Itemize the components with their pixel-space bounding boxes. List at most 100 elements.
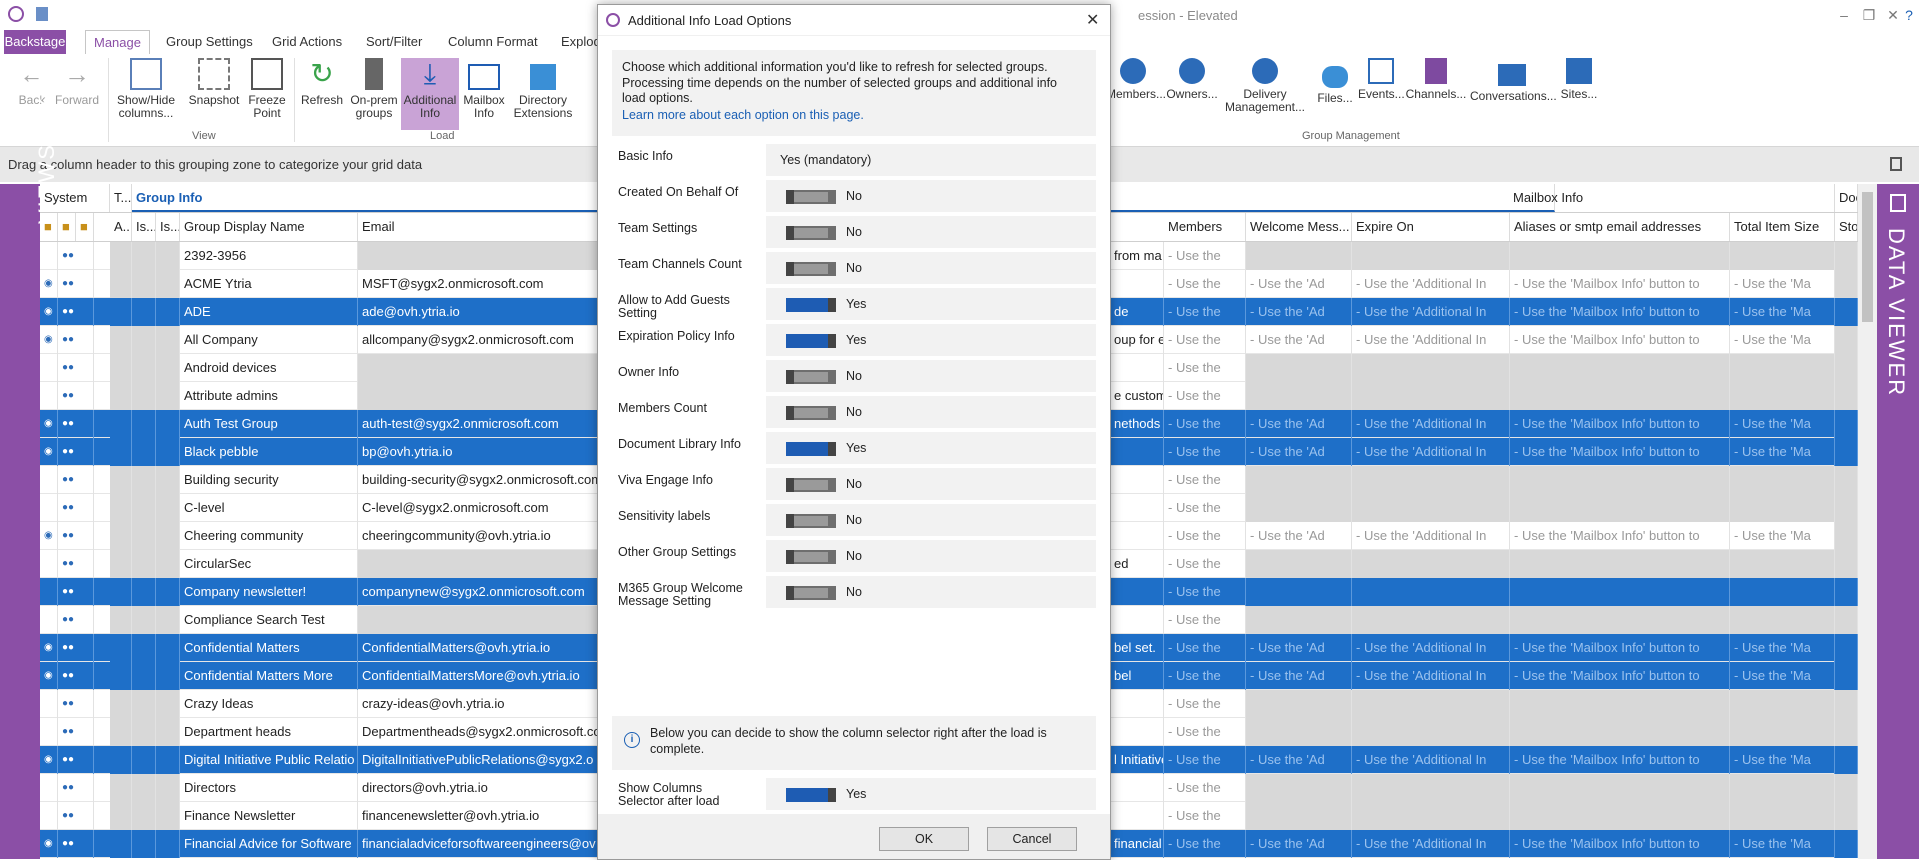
directory-extensions-button[interactable]: Directory Extensions xyxy=(510,58,576,120)
band-mailbox-info[interactable]: Mailbox Info xyxy=(1509,184,1835,212)
col-a[interactable]: A... xyxy=(110,213,132,241)
tab-sort-filter[interactable]: Sort/Filter xyxy=(358,30,430,54)
option-toggle[interactable] xyxy=(786,478,836,492)
channels-button[interactable]: Channels... xyxy=(1404,58,1468,101)
mailbox-info-button[interactable]: Mailbox Info xyxy=(460,58,508,120)
cell-is-2 xyxy=(156,746,180,774)
events-button[interactable]: Events... xyxy=(1358,58,1405,101)
conversations-button[interactable]: Conversations... xyxy=(1470,58,1557,103)
scrollbar-thumb[interactable] xyxy=(1862,192,1873,322)
cell-email xyxy=(358,606,638,634)
grouping-zone-text: Drag a column header to this grouping zo… xyxy=(8,157,423,172)
group-label-load: Load xyxy=(430,130,455,142)
col-total-item-size[interactable]: Total Item Size xyxy=(1730,213,1835,241)
ok-button[interactable]: OK xyxy=(879,827,969,851)
tab-grid-actions[interactable]: Grid Actions xyxy=(264,30,350,54)
band-t[interactable]: T... xyxy=(110,184,132,212)
additional-info-button[interactable]: ⤓ Additional Info xyxy=(401,58,459,130)
col-aliases[interactable]: Aliases or smtp email addresses xyxy=(1510,213,1730,241)
col-email[interactable]: Email xyxy=(358,213,638,241)
cell-a xyxy=(110,578,132,606)
group-type-icon: ●● xyxy=(58,270,94,298)
trash-icon[interactable] xyxy=(1890,157,1902,171)
band-doc[interactable]: Doc xyxy=(1835,184,1858,212)
freeze-point-button[interactable]: Freeze Point xyxy=(246,58,288,120)
vertical-scrollbar[interactable] xyxy=(1858,184,1877,859)
option-label: Viva Engage Info xyxy=(618,473,713,487)
cell-members: - Use the xyxy=(1164,578,1246,606)
app-icon xyxy=(8,6,24,22)
intro-box: Choose which additional information you'… xyxy=(612,50,1096,136)
option-toggle[interactable] xyxy=(786,406,836,420)
cell-expire xyxy=(1352,802,1510,830)
option-toggle[interactable] xyxy=(786,370,836,384)
cell-welcome xyxy=(1246,802,1352,830)
show-hide-columns-button[interactable]: Show/Hide columns... xyxy=(112,58,180,120)
cell-is-2 xyxy=(156,774,180,802)
col-members[interactable]: Members xyxy=(1164,213,1246,241)
option-toggle[interactable] xyxy=(786,226,836,240)
cell-is-2 xyxy=(156,382,180,410)
cell-is-2 xyxy=(156,606,180,634)
files-button[interactable]: Files... xyxy=(1314,58,1356,105)
cell-group-name: Auth Test Group xyxy=(180,410,358,438)
option-toggle[interactable] xyxy=(786,298,836,312)
cell-welcome: - Use the 'Ad xyxy=(1246,634,1352,662)
tab-group-settings[interactable]: Group Settings xyxy=(158,30,261,54)
cell-aliases xyxy=(1510,718,1730,746)
col-is-2[interactable]: Is... xyxy=(156,213,180,241)
refresh-button[interactable]: ↻ Refresh xyxy=(298,58,346,107)
col-expire-on[interactable]: Expire On xyxy=(1352,213,1510,241)
owners-button[interactable]: Owners... xyxy=(1164,58,1220,101)
on-prem-groups-button[interactable]: On-prem groups xyxy=(348,58,400,120)
cell-is-1 xyxy=(132,466,156,494)
data-viewer-panel[interactable]: DATA VIEWER xyxy=(1877,184,1919,859)
snapshot-button[interactable]: Snapshot xyxy=(186,58,242,107)
restore-icon[interactable]: ❐ xyxy=(1860,6,1878,24)
option-toggle[interactable] xyxy=(786,442,836,456)
tab-backstage[interactable]: Backstage xyxy=(4,30,66,54)
cell-a xyxy=(110,410,132,438)
cell-aliases: - Use the 'Mailbox Info' button to xyxy=(1510,522,1730,550)
forward-button[interactable]: → Forward xyxy=(54,58,100,107)
tab-manage[interactable]: Manage xyxy=(85,30,150,55)
option-toggle[interactable] xyxy=(786,550,836,564)
cell-is-2 xyxy=(156,578,180,606)
col-group-display-name[interactable]: Group Display Name xyxy=(180,213,358,241)
close-icon[interactable]: ✕ xyxy=(1086,10,1099,30)
option-label: Basic Info xyxy=(618,149,673,163)
help-icon[interactable]: ? xyxy=(1900,6,1918,24)
col-is-1[interactable]: Is... xyxy=(132,213,156,241)
cell-email: C-level@sygx2.onmicrosoft.com xyxy=(358,494,638,522)
separator xyxy=(294,58,295,142)
learn-more-link[interactable]: Learn more about each option on this pag… xyxy=(622,108,864,122)
cell-aliases: - Use the 'Mailbox Info' button to xyxy=(1510,410,1730,438)
cube-icon xyxy=(530,64,556,90)
cell-total-size xyxy=(1730,466,1835,494)
cell-welcome: - Use the 'Ad xyxy=(1246,410,1352,438)
sites-button[interactable]: Sites... xyxy=(1556,58,1602,101)
option-toggle[interactable] xyxy=(786,334,836,348)
quick-access-icon[interactable] xyxy=(36,7,48,21)
cancel-button[interactable]: Cancel xyxy=(987,827,1077,851)
col-welcome-message[interactable]: Welcome Mess... xyxy=(1246,213,1352,241)
cell-welcome xyxy=(1246,578,1352,606)
cell-total-size xyxy=(1730,494,1835,522)
option-toggle[interactable] xyxy=(786,262,836,276)
band-system[interactable]: System xyxy=(40,184,110,212)
delivery-management-button[interactable]: Delivery Management... xyxy=(1220,58,1310,114)
show-columns-toggle[interactable] xyxy=(786,788,836,802)
minimize-icon[interactable]: – xyxy=(1835,6,1853,24)
cell-total-size: - Use the 'Ma xyxy=(1730,746,1835,774)
option-toggle[interactable] xyxy=(786,586,836,600)
cell-is-1 xyxy=(132,550,156,578)
cell-a xyxy=(110,774,132,802)
col-storage[interactable]: Sto xyxy=(1835,213,1858,241)
cell-expire: - Use the 'Additional In xyxy=(1352,522,1510,550)
tab-column-format[interactable]: Column Format xyxy=(440,30,546,54)
members-button[interactable]: Members... xyxy=(1106,58,1166,101)
option-toggle[interactable] xyxy=(786,190,836,204)
option-toggle[interactable] xyxy=(786,514,836,528)
views-jobs-panel[interactable]: VIEWS / JOBS xyxy=(0,53,59,859)
cell-aliases: - Use the 'Mailbox Info' button to xyxy=(1510,270,1730,298)
